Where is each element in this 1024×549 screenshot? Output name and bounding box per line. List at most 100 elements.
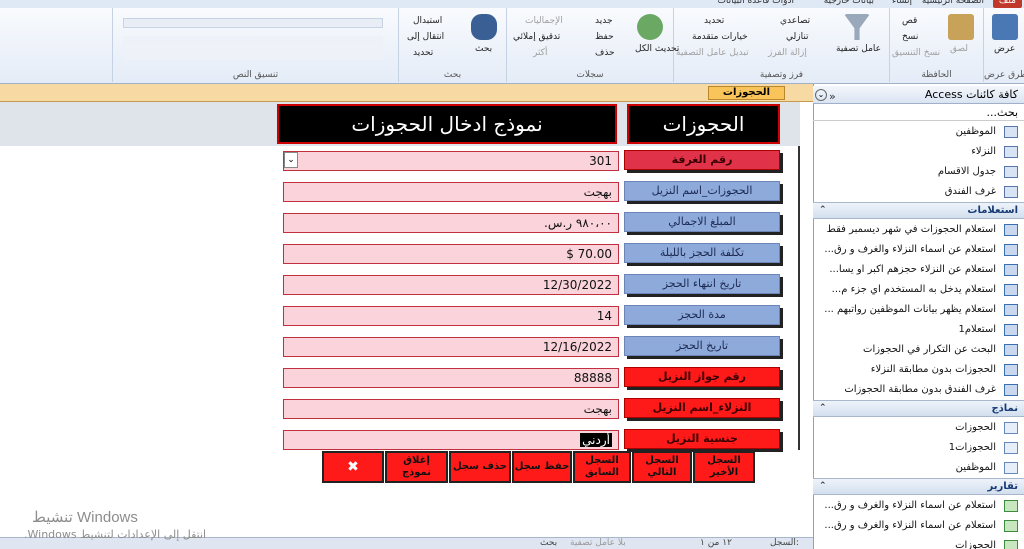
nav-query-item[interactable]: استعلام يدخل به المستخدم اي جزء م... — [813, 280, 1024, 300]
next-record-button[interactable]: السجل التالي — [632, 451, 692, 483]
paste-button[interactable]: لصق — [950, 44, 968, 54]
field-input[interactable]: 14 — [283, 306, 619, 326]
collapse-pane-icon[interactable]: « — [829, 88, 836, 106]
field-input[interactable]: 12/30/2022 — [283, 275, 619, 295]
advanced-button[interactable]: خيارات متقدمة — [692, 32, 748, 42]
nav-form-item[interactable]: الحجوزات — [813, 418, 1024, 438]
alignment-toolbar-row[interactable] — [123, 50, 383, 60]
select-button[interactable]: تحديد — [413, 48, 433, 58]
nav-query-item[interactable]: استعلام الحجوزات في شهر ديسمبر فقط — [813, 220, 1024, 240]
filter-button[interactable]: عامل تصفية — [836, 44, 881, 54]
last-record-button[interactable]: السجل الأخير — [693, 451, 755, 483]
field-input[interactable]: 88888 — [283, 368, 619, 388]
nav-form-item[interactable]: الحجوزات1 — [813, 438, 1024, 458]
field-input[interactable]: $ 70.00 — [283, 244, 619, 264]
field-label: النزلاء_اسم النزيل — [624, 398, 780, 418]
field-input[interactable]: أردني — [283, 430, 619, 450]
format-painter-button[interactable]: نسخ التنسيق — [892, 48, 940, 58]
save-button[interactable]: حفظ — [595, 32, 614, 42]
chevron-up-icon[interactable]: ⌃ — [819, 401, 827, 416]
copy-button[interactable]: نسخ — [902, 32, 918, 42]
filter-icon[interactable] — [844, 14, 870, 40]
record-label: السجل: — [770, 538, 799, 548]
record-position[interactable]: ١٢ من ١ — [700, 538, 732, 548]
refresh-all-button[interactable]: تحديث الكل — [635, 44, 679, 54]
paste-icon[interactable] — [948, 14, 974, 40]
binoculars-icon[interactable] — [471, 14, 497, 40]
find-group-label: بحث — [443, 70, 462, 80]
ascending-button[interactable]: تصاعدي — [780, 16, 810, 26]
tab-external-data[interactable]: بيانات خارجية — [824, 0, 874, 8]
tab-file[interactable]: ملف — [992, 0, 1022, 8]
nav-search-input[interactable]: بحث... — [813, 105, 1024, 121]
field-input[interactable]: 12/16/2022 — [283, 337, 619, 357]
nav-query-item[interactable]: استعلام عن اسماء النزلاء والغرف و رق... — [813, 240, 1024, 260]
cut-button[interactable]: قص — [902, 16, 917, 26]
tab-home[interactable]: الصفحة الرئيسية — [922, 0, 984, 8]
font-name-combo[interactable] — [123, 18, 383, 28]
record-search[interactable]: بحث — [540, 538, 557, 548]
more-button[interactable]: أكثر — [533, 48, 547, 58]
find-button[interactable]: بحث — [475, 44, 492, 54]
records-group-label: سجلات — [576, 70, 604, 80]
report-icon — [1004, 540, 1018, 549]
nav-query-item[interactable]: استعلام عن النزلاء حجزهم اكبر او يسا... — [813, 260, 1024, 280]
descending-button[interactable]: تنازلي — [786, 32, 809, 42]
replace-button[interactable]: استبدال — [413, 16, 442, 26]
chevron-down-icon[interactable]: ⌄ — [815, 89, 827, 101]
nav-query-item[interactable]: البحث عن التكرار في الحجوزات — [813, 340, 1024, 360]
filter-status[interactable]: بلا عامل تصفية — [570, 538, 626, 548]
nav-section-queries[interactable]: استعلامات ⌃ — [813, 202, 1024, 219]
nav-table-item[interactable]: النزلاء — [813, 142, 1024, 162]
view-button[interactable]: عرض — [994, 44, 1015, 54]
format-toolbar-row[interactable] — [123, 36, 383, 46]
totals-button[interactable]: الإجماليات — [525, 16, 563, 26]
save-record-button[interactable]: حفظ سجل — [512, 451, 572, 483]
room-combo-dropdown-icon[interactable]: ⌄ — [284, 152, 298, 168]
spelling-button[interactable]: تدقيق إملائي — [513, 32, 560, 42]
query-icon — [1004, 264, 1018, 276]
delete-record-button[interactable]: حذف سجل — [449, 451, 511, 483]
nav-section-reports[interactable]: تقارير ⌃ — [813, 478, 1024, 495]
sort-filter-group-label: فرز وتصفية — [759, 70, 804, 80]
view-icon[interactable] — [992, 14, 1018, 40]
nav-report-item[interactable]: استعلام عن اسماء النزلاء والغرف و رق... — [813, 516, 1024, 536]
nav-table-item[interactable]: الموظفين — [813, 122, 1024, 142]
field-input[interactable]: بهجت — [283, 182, 619, 202]
nav-query-item[interactable]: استعلام1 — [813, 320, 1024, 340]
nav-form-item[interactable]: الموظفين — [813, 458, 1024, 478]
new-record-button[interactable]: جديد — [595, 16, 613, 26]
nav-table-item[interactable]: غرف الفندق — [813, 182, 1024, 202]
toggle-filter-button[interactable]: تبديل عامل التصفية — [676, 48, 749, 58]
tab-create[interactable]: إنشاء — [892, 0, 912, 8]
nav-query-item[interactable]: استعلام يظهر بيانات الموظفين رواتبهم ... — [813, 300, 1024, 320]
nav-pane-title: كافة كائنات Access — [924, 88, 1018, 101]
nav-report-item[interactable]: استعلام عن اسماء النزلاء والغرف و رق... — [813, 496, 1024, 516]
delete-button[interactable]: حذف — [595, 48, 615, 58]
form-title: الحجوزات — [627, 104, 780, 144]
field-input[interactable]: بهجت — [283, 399, 619, 419]
nav-query-item[interactable]: الحجوزات بدون مطابقة النزلاء — [813, 360, 1024, 380]
field-input[interactable]: ٩٨٠،٠٠ ر.س. — [283, 213, 619, 233]
refresh-icon[interactable] — [637, 14, 663, 40]
nav-section-forms[interactable]: نماذج ⌃ — [813, 400, 1024, 417]
selection-button[interactable]: تحديد — [704, 16, 724, 26]
previous-record-button[interactable]: السجل السابق — [573, 451, 631, 483]
nav-report-item[interactable]: الحجوزات — [813, 536, 1024, 549]
chevron-up-icon[interactable]: ⌃ — [819, 479, 827, 494]
nav-item-label: استعلام الحجوزات في شهر ديسمبر فقط — [826, 224, 996, 235]
nav-pane-header[interactable]: كافة كائنات Access ⌄ « — [813, 86, 1024, 104]
nav-query-item[interactable]: غرف الفندق بدون مطابقة الحجوزات — [813, 380, 1024, 400]
report-icon — [1004, 520, 1018, 532]
navigation-pane: كافة كائنات Access ⌄ « بحث... الموظفين ال… — [813, 84, 1024, 549]
nav-table-item[interactable]: جدول الاقسام — [813, 162, 1024, 182]
remove-sort-button[interactable]: إزالة الفرز — [768, 48, 807, 58]
close-form-button[interactable]: إغلاق نموذج — [385, 451, 448, 483]
exit-button[interactable]: ✖ — [322, 451, 384, 483]
form-document-tab[interactable]: الحجوزات — [707, 86, 785, 100]
goto-button[interactable]: انتقال إلى — [407, 32, 444, 42]
chevron-up-icon[interactable]: ⌃ — [819, 203, 827, 218]
tab-database-tools[interactable]: أدوات قاعدة البيانات — [717, 0, 794, 8]
field-input[interactable]: 301 — [283, 151, 619, 171]
form-subtitle: نموذج ادخال الحجوزات — [277, 104, 617, 144]
